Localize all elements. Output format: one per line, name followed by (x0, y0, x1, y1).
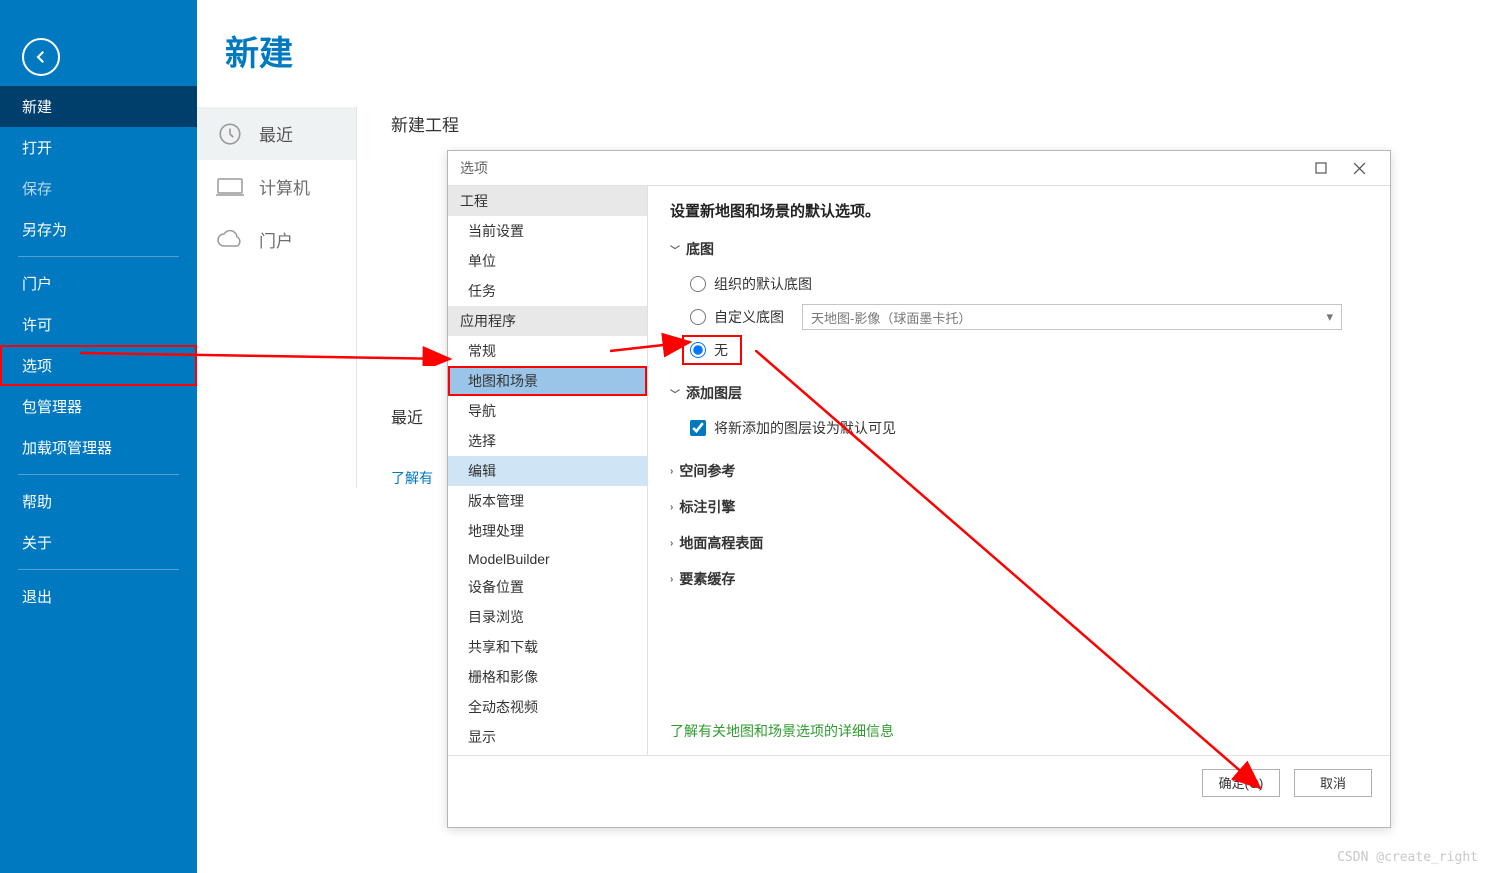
clock-icon (215, 122, 245, 146)
source-label: 门户 (259, 227, 293, 252)
nav-table[interactable]: 表 (448, 752, 647, 755)
chevron-down-icon: ▾ (1326, 309, 1333, 325)
dialog-footer: 确定(O) 取消 (448, 755, 1390, 809)
custom-basemap-dropdown[interactable]: 天地图-影像（球面墨卡托）▾ (802, 304, 1342, 330)
dialog-titlebar: 选项 (448, 151, 1390, 185)
source-portal[interactable]: 门户 (197, 213, 356, 266)
content-heading: 设置新地图和场景的默认选项。 (670, 200, 1368, 221)
nav-raster-image[interactable]: 栅格和影像 (448, 662, 647, 692)
section-add-layers[interactable]: ﹀添加图层 (670, 379, 1368, 407)
cloud-icon (215, 228, 245, 252)
close-icon (1353, 162, 1366, 175)
nav-map-scene[interactable]: 地图和场景 (448, 366, 647, 396)
section-label-engine[interactable]: ›标注引擎 (670, 493, 1368, 521)
nav-exit[interactable]: 退出 (0, 576, 197, 617)
nav-save-as[interactable]: 另存为 (0, 209, 197, 250)
back-button[interactable] (22, 38, 60, 76)
learn-more-link[interactable]: 了解有关地图和场景选项的详细信息 (670, 721, 894, 741)
section-spatial-ref[interactable]: ›空间参考 (670, 457, 1368, 485)
checkbox-default-visible[interactable]: 将新添加的图层设为默认可见 (690, 413, 1368, 443)
page-title: 新建 (225, 26, 1488, 75)
nav-save: 保存 (0, 168, 197, 209)
nav-geoprocessing[interactable]: 地理处理 (448, 516, 647, 546)
nav-portal[interactable]: 门户 (0, 263, 197, 304)
source-list: 最近 计算机 门户 (197, 107, 357, 488)
nav-editing[interactable]: 编辑 (448, 456, 647, 486)
nav-tasks[interactable]: 任务 (448, 276, 647, 306)
maximize-button[interactable] (1302, 153, 1340, 183)
chevron-right-icon: › (670, 538, 673, 549)
section-new-project: 新建工程 (391, 111, 1472, 136)
radio-none[interactable]: 无 (682, 335, 742, 365)
chevron-down-icon: ﹀ (670, 242, 680, 257)
nav-general[interactable]: 常规 (448, 336, 647, 366)
dialog-nav[interactable]: 工程 当前设置 单位 任务 应用程序 常规 地图和场景 导航 选择 编辑 版本管… (448, 186, 648, 755)
nav-options[interactable]: 选项 (0, 345, 197, 386)
ok-button[interactable]: 确定(O) (1202, 769, 1280, 797)
nav-display[interactable]: 显示 (448, 722, 647, 752)
nav-modelbuilder[interactable]: ModelBuilder (448, 546, 647, 572)
nav-addin-manager[interactable]: 加载项管理器 (0, 427, 197, 468)
source-label: 最近 (259, 121, 293, 146)
dialog-content: 设置新地图和场景的默认选项。 ﹀底图 组织的默认底图 自定义底图 天地图-影像（… (648, 186, 1390, 755)
nav-pkg-manager[interactable]: 包管理器 (0, 386, 197, 427)
source-label: 计算机 (259, 174, 310, 199)
source-recent[interactable]: 最近 (197, 107, 356, 160)
nav-device-position[interactable]: 设备位置 (448, 572, 647, 602)
nav-about[interactable]: 关于 (0, 522, 197, 563)
nav-current-settings[interactable]: 当前设置 (448, 216, 647, 246)
nav-units[interactable]: 单位 (448, 246, 647, 276)
nav-navigation[interactable]: 导航 (448, 396, 647, 426)
close-button[interactable] (1340, 153, 1378, 183)
section-ground-elev[interactable]: ›地面高程表面 (670, 529, 1368, 557)
nav-share-download[interactable]: 共享和下载 (448, 632, 647, 662)
maximize-icon (1315, 162, 1327, 174)
nav-group-app: 应用程序 (448, 306, 647, 336)
chevron-down-icon: ﹀ (670, 386, 680, 401)
nav-separator (18, 256, 179, 257)
watermark: CSDN @create_right (1337, 850, 1478, 865)
nav-license[interactable]: 许可 (0, 304, 197, 345)
nav-versioning[interactable]: 版本管理 (448, 486, 647, 516)
radio-org-default[interactable]: 组织的默认底图 (690, 269, 1368, 299)
options-dialog: 选项 工程 当前设置 单位 任务 应用程序 常规 地图和场景 导航 选择 编辑 … (447, 150, 1391, 828)
chevron-right-icon: › (670, 466, 673, 477)
chevron-right-icon: › (670, 502, 673, 513)
nav-help[interactable]: 帮助 (0, 481, 197, 522)
nav-full-motion[interactable]: 全动态视频 (448, 692, 647, 722)
nav-open[interactable]: 打开 (0, 127, 197, 168)
source-computer[interactable]: 计算机 (197, 160, 356, 213)
section-basemap[interactable]: ﹀底图 (670, 235, 1368, 263)
arrow-left-icon (32, 48, 50, 66)
backstage-panel: 新建 打开 保存 另存为 门户 许可 选项 包管理器 加载项管理器 帮助 关于 … (0, 0, 197, 873)
dialog-title: 选项 (460, 158, 1302, 178)
chevron-right-icon: › (670, 574, 673, 585)
section-feature-cache[interactable]: ›要素缓存 (670, 565, 1368, 593)
nav-group-project: 工程 (448, 186, 647, 216)
radio-custom-basemap[interactable]: 自定义底图 天地图-影像（球面墨卡托）▾ (690, 299, 1368, 335)
nav-separator (18, 474, 179, 475)
computer-icon (215, 175, 245, 199)
nav-catalog-browse[interactable]: 目录浏览 (448, 602, 647, 632)
nav-selection[interactable]: 选择 (448, 426, 647, 456)
cancel-button[interactable]: 取消 (1294, 769, 1372, 797)
nav-new[interactable]: 新建 (0, 86, 197, 127)
nav-separator (18, 569, 179, 570)
